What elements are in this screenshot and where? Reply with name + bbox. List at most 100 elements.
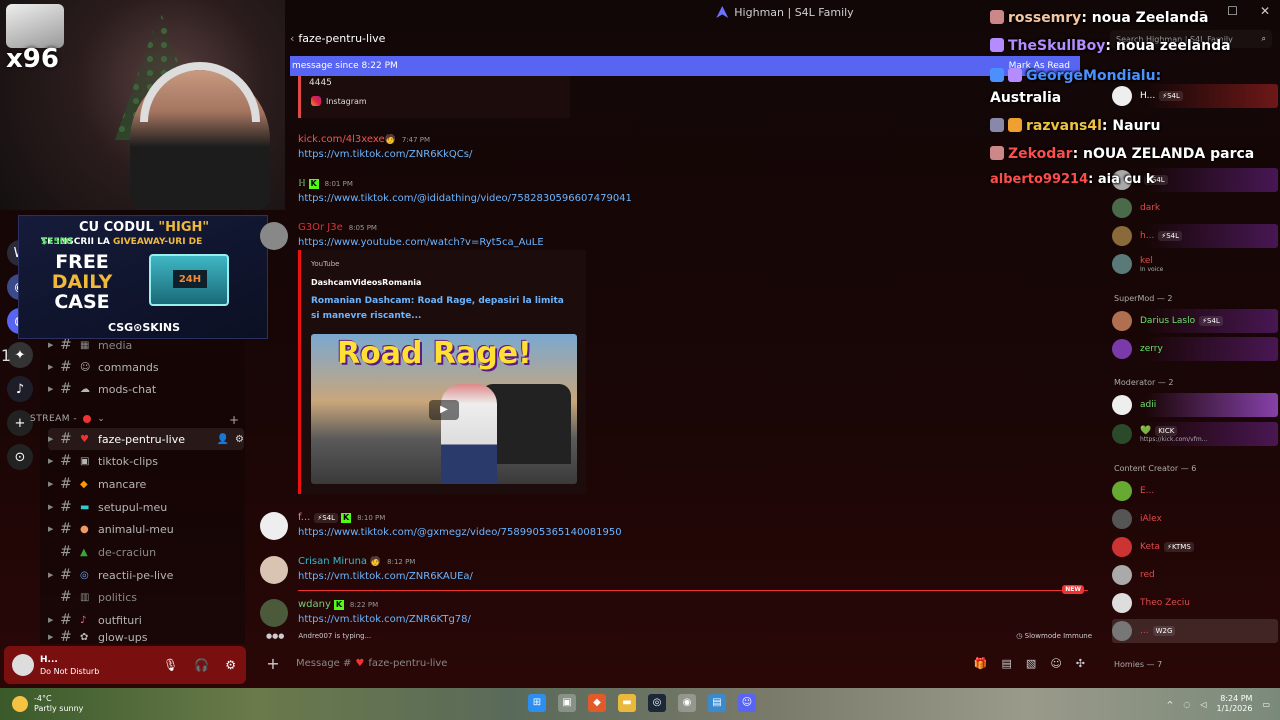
member-row[interactable]: Keta ⚡KTMS <box>1112 535 1278 559</box>
discover-icon[interactable]: ⊙ <box>7 444 33 470</box>
clock-icon: ◷ <box>1016 632 1025 640</box>
member-row[interactable]: dark <box>1112 196 1278 220</box>
attach-button[interactable]: + <box>258 654 288 673</box>
app-icon[interactable]: ◉ <box>678 694 696 712</box>
member-row[interactable]: 💚 KICK https://kick.com/vfm... <box>1112 422 1278 446</box>
hash-icon: # <box>60 589 72 605</box>
member-row[interactable]: Theo Zeciu <box>1112 591 1278 615</box>
member-row[interactable]: adii <box>1112 393 1278 417</box>
avatar[interactable] <box>260 222 288 250</box>
user-icon: ℍ <box>298 179 306 189</box>
gif-icon[interactable]: ▤ <box>1002 657 1012 670</box>
person-image <box>441 384 497 484</box>
avatar[interactable] <box>260 556 288 584</box>
hash-icon: # <box>60 453 72 469</box>
brave-icon[interactable]: ◆ <box>588 694 606 712</box>
channel-commands[interactable]: ▶ # ☺ commands <box>48 356 244 378</box>
emoji-icon[interactable]: ☺ <box>1050 657 1061 670</box>
role-tag: ⚡S4L <box>314 513 339 523</box>
member-row[interactable]: iAlex <box>1112 507 1278 531</box>
channel-animalul-meu[interactable]: ▶ # ● animalul-meu <box>48 518 244 540</box>
channel-outfituri[interactable]: ▶ # ♪ outfituri <box>48 609 244 631</box>
gear-icon[interactable]: ⚙ <box>235 434 244 445</box>
message-author[interactable]: kick.com/4l3xexe🧑 7:47 PM <box>298 134 430 145</box>
avatar <box>1112 395 1132 415</box>
badge-icon <box>1008 118 1022 132</box>
gear-icon[interactable]: ⚙ <box>225 658 236 672</box>
channel-politics[interactable]: # ▥ politics <box>48 586 244 608</box>
clock[interactable]: 8:24 PM 1/1/2026 <box>1217 694 1253 714</box>
channel-tiktok-clips[interactable]: ▶ # ▣ tiktok-clips <box>48 450 244 472</box>
channel-emoji: ▣ <box>80 455 90 467</box>
video-thumbnail[interactable]: Road Rage! ▶ <box>311 334 577 484</box>
message-link[interactable]: https://www.youtube.com/watch?v=Ryt5ca_A… <box>298 237 544 248</box>
invite-icon[interactable]: 👤 <box>217 434 229 445</box>
badge-icon <box>990 118 1004 132</box>
x96-label: x96 <box>6 44 59 74</box>
chevron-right-icon: ▶ <box>48 480 54 488</box>
channel-de-craciun[interactable]: # ▲ de-craciun <box>48 541 244 563</box>
gift-icon[interactable]: 🎁 <box>974 657 988 670</box>
start-icon[interactable]: ⊞ <box>528 694 546 712</box>
message-author[interactable]: ℍ K 8:01 PM <box>298 178 353 189</box>
notification-icon[interactable]: ▭ <box>1262 700 1270 709</box>
message-author[interactable]: Crisan Miruna 🧑 8:12 PM <box>298 556 415 567</box>
volume-icon[interactable]: ◁ <box>1200 700 1206 709</box>
member-row[interactable]: h... ⚡S4L <box>1112 224 1278 248</box>
category-stream[interactable]: STREAM - ⌄ <box>30 414 105 424</box>
channel-mods-chat[interactable]: ▶ # ☁ mods-chat <box>48 378 244 400</box>
sticker-icon[interactable]: ▧ <box>1026 657 1036 670</box>
message-link[interactable]: https://vm.tiktok.com/ZNR6KTg78/ <box>298 614 471 625</box>
play-icon[interactable]: ▶ <box>429 400 459 420</box>
embed-author[interactable]: DashcamVideosRomania <box>311 278 421 287</box>
weather-widget[interactable]: -4°C Partly sunny <box>12 694 83 714</box>
apps-icon[interactable]: ✣ <box>1076 657 1085 670</box>
new-messages-banner[interactable]: message since 8:22 PM Mark As Read <box>290 56 1080 76</box>
message-link[interactable]: https://www.tiktok.com/@gxmegz/video/758… <box>298 527 622 538</box>
message-composer[interactable]: + Message # ♥ faze-pentru-live 🎁 ▤ ▧ ☺ ✣ <box>258 648 1093 678</box>
task-view-icon[interactable]: ▣ <box>558 694 576 712</box>
microphone-icon[interactable]: 🎙 <box>163 658 178 672</box>
message-list: 4445 Instagram kick.com/4l3xexe🧑 7:47 PM … <box>258 76 1098 646</box>
chevron-up-icon[interactable]: ^ <box>1167 700 1174 709</box>
headphones-icon[interactable]: 🎧 <box>194 658 209 672</box>
avatar[interactable] <box>260 512 288 540</box>
message-author[interactable]: wdany K 8:22 PM <box>298 599 378 610</box>
avatar[interactable] <box>260 599 288 627</box>
folder-icon[interactable]: ▬ <box>618 694 636 712</box>
add-channel-button[interactable]: + <box>229 413 239 427</box>
message-link[interactable]: https://vm.tiktok.com/ZNR6KkQCs/ <box>298 149 472 160</box>
member-row[interactable]: E... <box>1112 479 1278 503</box>
badge-icon <box>990 38 1004 52</box>
message-author[interactable]: G3Or J3e 8:05 PM <box>298 222 377 233</box>
message-link[interactable]: https://vm.tiktok.com/ZNR6KAUEa/ <box>298 571 473 582</box>
channel-setupul-meu[interactable]: ▶ # ▬ setupul-meu <box>48 496 244 518</box>
notepad-icon[interactable]: ▤ <box>708 694 726 712</box>
channel-emoji: ◆ <box>80 478 88 490</box>
user-status: Do Not Disturb <box>40 666 100 676</box>
member-row[interactable]: Darius Laslo ⚡S4L <box>1112 309 1278 333</box>
member-row[interactable]: ... W2G <box>1112 619 1278 643</box>
server-icon[interactable]: ♪ <box>7 376 33 402</box>
channel-glow-ups[interactable]: ▶ # ✿ glow-ups <box>48 630 244 644</box>
chevron-left-icon[interactable]: ‹ <box>290 32 294 45</box>
steam-icon[interactable]: ◎ <box>648 694 666 712</box>
avatar[interactable] <box>12 654 34 676</box>
channel-header: ‹ faze-pentru-live <box>290 28 385 48</box>
channel-label: animalul-meu <box>98 522 174 536</box>
discord-icon[interactable]: ☺ <box>738 694 756 712</box>
message-author[interactable]: f... ⚡S4L K 8:10 PM <box>298 512 385 523</box>
chevron-right-icon: ▶ <box>48 633 54 641</box>
channel-faze-pentru-live[interactable]: ▶ # ♥ faze-pentru-live 👤 ⚙ <box>48 428 244 450</box>
embed-title[interactable]: Romanian Dashcam: Road Rage, depasiri la… <box>311 294 571 324</box>
channel-emoji: ♥ <box>80 433 89 445</box>
member-row[interactable]: kel In voice <box>1112 252 1278 276</box>
chevron-right-icon: ▶ <box>48 571 54 579</box>
member-row[interactable]: zerry <box>1112 337 1278 361</box>
member-row[interactable]: red <box>1112 563 1278 587</box>
message-link[interactable]: https://www.tiktok.com/@ididathing/video… <box>298 193 632 204</box>
network-icon[interactable]: ◌ <box>1183 700 1190 709</box>
channel-reactii-pe-live[interactable]: ▶ # ◎ reactii-pe-live <box>48 564 244 586</box>
chevron-down-icon: ⌄ <box>97 414 106 424</box>
channel-mancare[interactable]: ▶ # ◆ mancare <box>48 473 244 495</box>
